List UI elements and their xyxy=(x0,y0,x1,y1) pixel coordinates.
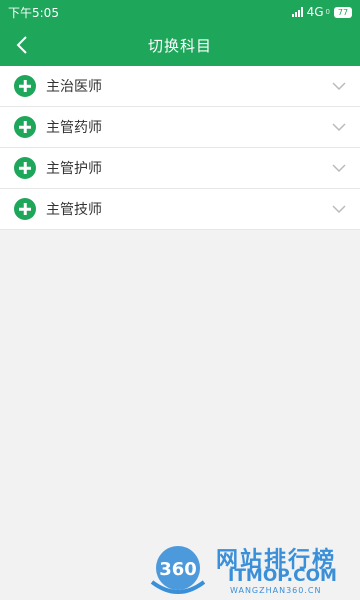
status-indicators: 4G 0 77 xyxy=(291,5,352,19)
subject-label: 主治医师 xyxy=(46,79,102,95)
title-bar: 切换科目 xyxy=(0,24,360,66)
plus-circle-icon xyxy=(14,116,36,138)
chevron-down-icon xyxy=(332,120,346,134)
chevron-down-icon xyxy=(332,79,346,93)
subject-list: 主治医师 主管药师 主管护师 主管技师 xyxy=(0,66,360,230)
subject-label: 主管药师 xyxy=(46,120,102,136)
watermark-sub: WANGZHAN360.CN xyxy=(230,586,322,595)
back-button[interactable] xyxy=(10,33,34,57)
signal-icon xyxy=(291,7,303,17)
plus-circle-icon xyxy=(14,157,36,179)
plus-circle-icon xyxy=(14,75,36,97)
status-bar: 下午5:05 4G 0 77 xyxy=(0,0,360,24)
network-type: 4G xyxy=(306,5,324,19)
subject-item-technician[interactable]: 主管技师 xyxy=(0,189,360,230)
chevron-down-icon xyxy=(332,202,346,216)
status-time: 下午5:05 xyxy=(8,5,59,20)
watermark-title: 网站排行榜 xyxy=(216,548,337,573)
chevron-left-icon xyxy=(16,36,27,54)
subject-item-attending-physician[interactable]: 主治医师 xyxy=(0,66,360,107)
subject-label: 主管护师 xyxy=(46,161,102,177)
battery-level: 77 xyxy=(334,6,352,18)
watermark: 360 网站排行榜 ITMOP.COM WANGZHAN360.CN xyxy=(148,538,360,600)
network-sub: 0 xyxy=(325,8,330,16)
page-title: 切换科目 xyxy=(147,36,212,55)
chevron-down-icon xyxy=(332,161,346,175)
subject-item-pharmacist[interactable]: 主管药师 xyxy=(0,107,360,148)
watermark-domain: ITMOP.COM xyxy=(228,566,337,586)
plus-circle-icon xyxy=(14,198,36,220)
subject-item-nurse[interactable]: 主管护师 xyxy=(0,148,360,189)
watermark-logo: 360 xyxy=(150,546,206,594)
subject-label: 主管技师 xyxy=(46,202,102,218)
watermark-logo-text: 360 xyxy=(159,559,197,580)
